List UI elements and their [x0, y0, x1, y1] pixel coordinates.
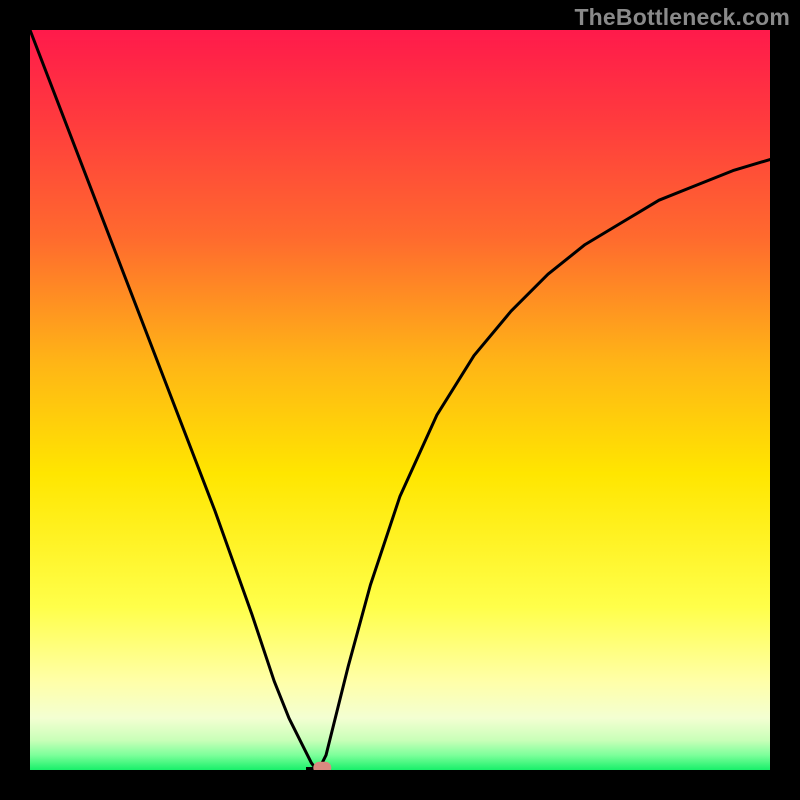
optimum-marker — [313, 762, 331, 770]
marker-group — [313, 762, 331, 770]
gradient-bg — [30, 30, 770, 770]
chart-svg — [30, 30, 770, 770]
watermark-text: TheBottleneck.com — [574, 4, 790, 31]
chart-frame: TheBottleneck.com — [0, 0, 800, 800]
plot-area — [30, 30, 770, 770]
